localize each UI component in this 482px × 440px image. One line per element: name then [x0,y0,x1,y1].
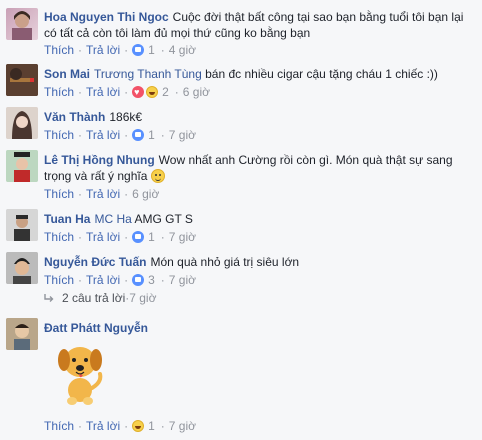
like-reaction-icon[interactable] [132,129,145,141]
avatar[interactable] [6,64,38,96]
haha-reaction-icon[interactable] [146,86,159,98]
like-button[interactable]: Thích [44,419,74,433]
love-reaction-icon[interactable] [132,84,145,100]
comment-body: Nguyễn Đức Tuấn Món quà nhỏ giá trị siêu … [44,254,474,270]
reply-arrow-icon [44,294,54,302]
view-replies-link[interactable]: 2 câu trả lời·7 giờ [44,290,156,306]
like-reaction-icon[interactable] [132,231,145,243]
comment-time[interactable]: 7 giờ [169,273,196,287]
like-reaction-icon[interactable] [132,274,145,286]
comment-body: Tuan Ha MC Ha AMG GT S [44,211,474,227]
avatar[interactable] [6,8,38,40]
comment-body: Son Mai Trương Thanh Tùng bán đc nhiều ci… [44,66,474,82]
comment-body: Đatt Phátt Nguyễn [44,320,474,336]
comment-actions: Thích · Trả lời · 3 · 7 giờ [44,273,197,287]
mention-link[interactable]: MC Ha [94,212,131,226]
comment-time[interactable]: 6 giờ [183,85,210,99]
reply-button[interactable]: Trả lời [86,273,120,287]
like-button[interactable]: Thích [44,187,74,201]
like-button[interactable]: Thích [44,128,74,142]
reply-button[interactable]: Trả lời [86,85,120,99]
comment-time[interactable]: 6 giờ [132,187,159,201]
comment-author[interactable]: Nguyễn Đức Tuấn [44,255,146,269]
reply-button[interactable]: Trả lời [86,187,120,201]
comment-author[interactable]: Văn Thành [44,110,105,124]
avatar[interactable] [6,318,38,350]
reaction-count[interactable]: 2 [162,85,169,99]
reply-button[interactable]: Trả lời [86,230,120,244]
like-button[interactable]: Thích [44,230,74,244]
like-button[interactable]: Thích [44,85,74,99]
comment-actions: Thích·Trả lời·2·6 giờ [44,84,210,100]
mention-link[interactable]: Trương Thanh Tùng [94,67,202,81]
reaction-count[interactable]: 1 [148,230,155,244]
comment-text: Món quà nhỏ giá trị siêu lớn [150,255,300,269]
comment-author[interactable]: Lê Thị Hồng Nhung [44,153,155,167]
like-reaction-icon[interactable] [132,44,145,56]
comment-time[interactable]: 4 giờ [169,43,196,57]
reaction-count[interactable]: 1 [148,43,155,57]
like-button[interactable]: Thích [44,43,74,57]
comment-actions: Thích · Trả lời · 1 · 4 giờ [44,43,197,57]
haha-reaction-icon[interactable] [132,420,145,432]
comment-time[interactable]: 7 giờ [169,419,196,433]
avatar[interactable] [6,252,38,284]
comment-author[interactable]: Son Mai [44,67,90,81]
smile-emoji-icon [150,169,165,183]
comment-actions: Thích · Trả lời · 6 giờ [44,187,160,201]
avatar[interactable] [6,107,38,139]
comment-actions: Thích · Trả lời · 1 · 7 giờ [44,128,197,142]
reaction-count[interactable]: 1 [148,419,155,433]
comment-actions: Thích · Trả lời · 1 · 7 giờ [44,230,197,244]
comment-time[interactable]: 7 giờ [169,128,196,142]
comment-text: bán đc nhiều cigar cậu tặng cháu 1 chiếc… [205,67,438,81]
comment-author[interactable]: Hoa Nguyen Thi Ngoc [44,10,169,24]
comment-text: 186k€ [109,110,143,124]
replies-count-label[interactable]: 2 câu trả lời [62,291,125,305]
reply-button[interactable]: Trả lời [86,128,120,142]
comment-body: Văn Thành 186k€ [44,109,474,125]
replies-time: 7 giờ [129,291,157,305]
comment-author[interactable]: Tuan Ha [44,212,90,226]
comment-author[interactable]: Đatt Phátt Nguyễn [44,321,148,335]
reply-button[interactable]: Trả lời [86,43,120,57]
like-button[interactable]: Thích [44,273,74,287]
reaction-count[interactable]: 3 [148,273,155,287]
reply-button[interactable]: Trả lời [86,419,120,433]
comment-text: AMG GT S [134,212,193,226]
avatar[interactable] [6,209,38,241]
dog-sticker-icon[interactable] [52,338,108,408]
comment-body: Lê Thị Hồng Nhung Wow nhất anh Cường rồi … [44,152,474,184]
comment-actions: Thích · Trả lời · 1 · 7 giờ [44,419,197,433]
reaction-count[interactable]: 1 [148,128,155,142]
comment-time[interactable]: 7 giờ [169,230,196,244]
avatar[interactable] [6,150,38,182]
comment-body: Hoa Nguyen Thi Ngoc Cuộc đời thật bất côn… [44,9,474,41]
